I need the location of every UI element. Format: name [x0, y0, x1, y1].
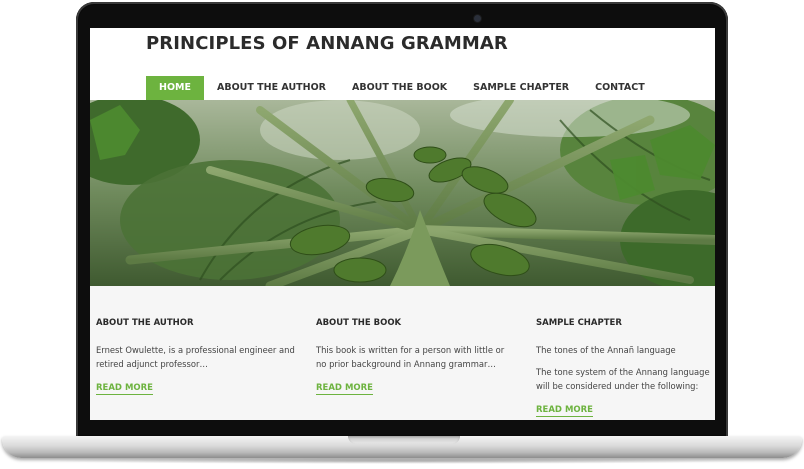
nav-item-about-book[interactable]: ABOUT THE BOOK: [339, 76, 460, 100]
column-about-book: ABOUT THE BOOK This book is written for …: [316, 318, 516, 395]
column-sample-chapter: SAMPLE CHAPTER The tones of the Annañ la…: [536, 318, 714, 417]
camera-icon: [474, 15, 481, 22]
browser-viewport: PRINCIPLES OF ANNANG GRAMMAR HOME ABOUT …: [90, 28, 715, 420]
column-text: The tone system of the Annang language w…: [536, 367, 710, 391]
read-more-link[interactable]: READ MORE: [96, 383, 153, 395]
column-text: Ernest Owulette, is a professional engin…: [96, 345, 295, 369]
papaya-tree-photo: [90, 100, 715, 286]
column-heading: SAMPLE CHAPTER: [536, 318, 622, 328]
column-heading: ABOUT THE BOOK: [316, 318, 402, 328]
nav-item-sample-chapter[interactable]: SAMPLE CHAPTER: [460, 76, 582, 100]
hero-image: [90, 100, 715, 286]
column-text: The tones of the Annañ language: [536, 345, 676, 355]
laptop-base: [2, 436, 802, 458]
nav-item-home[interactable]: HOME: [146, 76, 204, 100]
laptop-shadow: [40, 458, 764, 464]
laptop-notch: [348, 436, 460, 444]
column-text: This book is written for a person with l…: [316, 345, 505, 369]
read-more-link[interactable]: READ MORE: [316, 383, 373, 395]
read-more-link[interactable]: READ MORE: [536, 405, 593, 417]
nav-item-about-author[interactable]: ABOUT THE AUTHOR: [204, 76, 339, 100]
column-heading: ABOUT THE AUTHOR: [96, 318, 194, 328]
site-title[interactable]: PRINCIPLES OF ANNANG GRAMMAR: [146, 33, 508, 54]
nav-item-contact[interactable]: CONTACT: [582, 76, 658, 100]
main-nav: HOME ABOUT THE AUTHOR ABOUT THE BOOK SAM…: [146, 76, 658, 100]
column-about-author: ABOUT THE AUTHOR Ernest Owulette, is a p…: [96, 318, 296, 395]
content-section: ABOUT THE AUTHOR Ernest Owulette, is a p…: [90, 286, 715, 420]
